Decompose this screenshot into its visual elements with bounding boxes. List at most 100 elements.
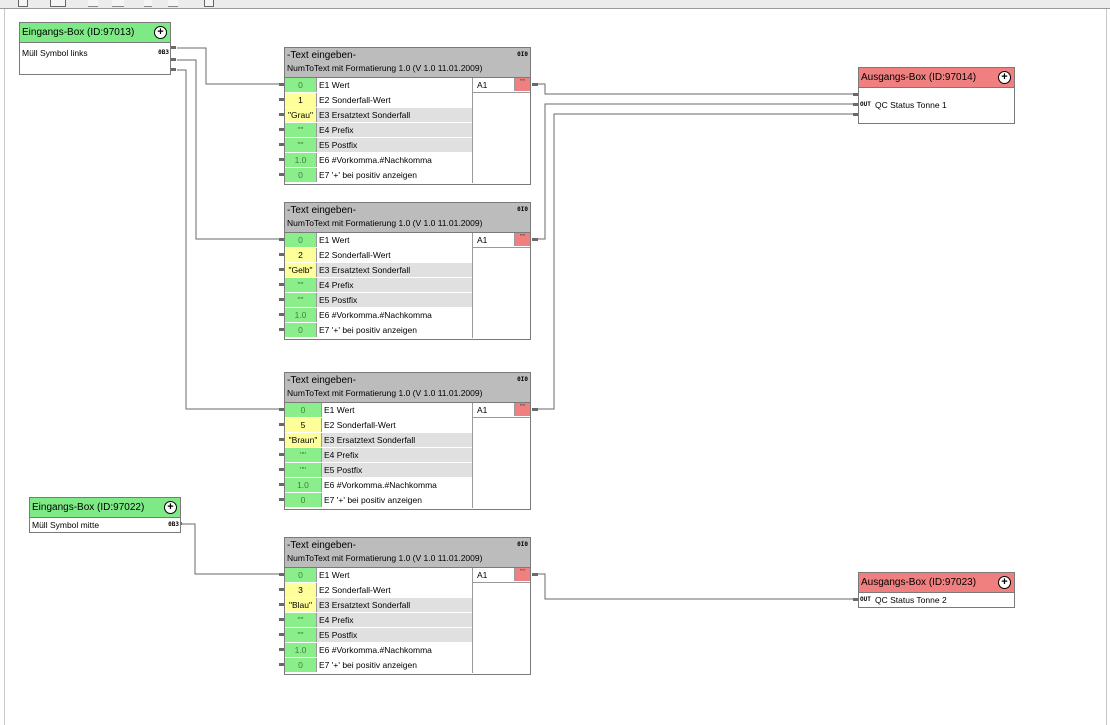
input-value[interactable]: 0 xyxy=(285,233,317,247)
logic-block-numtotext-3[interactable]: -Text eingeben- NumToText mit Formatieru… xyxy=(284,372,531,510)
input-name: E5 Postfix xyxy=(322,463,474,477)
block-output-column: A1 "" xyxy=(472,233,530,338)
input-value[interactable]: "" xyxy=(285,278,317,292)
block-info-icon[interactable]: 0I0 xyxy=(517,541,528,548)
expand-plus-icon[interactable]: + xyxy=(998,576,1011,589)
input-value[interactable]: 0 xyxy=(285,568,317,582)
input-value[interactable]: 2 xyxy=(285,248,317,262)
block-title: -Text eingeben- xyxy=(287,50,356,61)
input-name: E3 Ersatztext Sonderfall xyxy=(322,433,474,447)
output-box-header[interactable]: Ausgangs-Box (ID:97014) + xyxy=(859,68,1014,88)
wire-in1-block2 xyxy=(177,59,284,240)
input-value[interactable]: 3 xyxy=(285,583,317,597)
input-name: E6 #Vorkomma.#Nachkomma xyxy=(319,645,432,655)
logic-block-numtotext-1[interactable]: -Text eingeben- NumToText mit Formatieru… xyxy=(284,47,531,185)
input-value[interactable]: 0 xyxy=(285,323,317,337)
input-box-header[interactable]: Eingangs-Box (ID:97022) + xyxy=(30,498,180,518)
output-value[interactable]: "" xyxy=(514,403,530,416)
input-value[interactable]: "" xyxy=(285,628,317,642)
wire-in1-block1 xyxy=(177,47,284,85)
block-header[interactable]: -Text eingeben- NumToText mit Formatieru… xyxy=(285,48,530,78)
output-value[interactable]: "" xyxy=(514,568,530,581)
input-name: E6 #Vorkomma.#Nachkomma xyxy=(324,480,437,490)
input-name: E1 Wert xyxy=(319,235,350,245)
input-name: E4 Prefix xyxy=(317,613,474,627)
input-box-97013[interactable]: Eingangs-Box (ID:97013) + Müll Symbol li… xyxy=(19,22,171,75)
output-value[interactable]: "" xyxy=(514,233,530,246)
input-value[interactable]: "" xyxy=(285,138,317,152)
input-name: E3 Ersatztext Sonderfall xyxy=(317,598,474,612)
input-name: E2 Sonderfall-Wert xyxy=(319,250,391,260)
block-output-column: A1 "" xyxy=(472,568,530,673)
input-value[interactable]: "Blau" xyxy=(285,598,317,612)
logic-block-numtotext-4[interactable]: -Text eingeben- NumToText mit Formatieru… xyxy=(284,537,531,675)
output-box-header[interactable]: Ausgangs-Box (ID:97023) + xyxy=(859,573,1014,593)
output-value[interactable]: "" xyxy=(514,78,530,91)
input-value[interactable]: 0 xyxy=(285,78,317,92)
input-name: E5 Postfix xyxy=(317,628,474,642)
input-value[interactable]: 5 xyxy=(285,418,322,432)
input-name: E1 Wert xyxy=(319,570,350,580)
block-title: -Text eingeben- xyxy=(287,375,356,386)
divider xyxy=(473,582,530,583)
input-name: E7 '+' bei positiv anzeigen xyxy=(319,170,417,180)
output-type-tag: OUT xyxy=(860,596,871,603)
input-name: E2 Sonderfall-Wert xyxy=(319,95,391,105)
input-value[interactable]: 0 xyxy=(285,168,317,182)
input-box-97022[interactable]: Eingangs-Box (ID:97022) + Müll Symbol mi… xyxy=(29,497,181,533)
expand-plus-icon[interactable]: + xyxy=(998,71,1011,84)
input-name: E5 Postfix xyxy=(317,293,474,307)
block-info-icon[interactable]: 0I0 xyxy=(517,376,528,383)
logic-block-numtotext-2[interactable]: -Text eingeben- NumToText mit Formatieru… xyxy=(284,202,531,340)
output-type-tag: 0B3 xyxy=(158,49,169,56)
input-value[interactable]: 0 xyxy=(285,493,322,507)
input-value[interactable]: 1.0 xyxy=(285,153,317,167)
input-row[interactable]: Müll Symbol links 0B3 xyxy=(20,46,170,60)
input-value[interactable]: 1.0 xyxy=(285,308,317,322)
block-subtitle: NumToText mit Formatierung 1.0 (V 1.0 11… xyxy=(287,553,483,563)
input-value[interactable]: "Grau" xyxy=(285,108,317,122)
input-row[interactable]: Müll Symbol mitte 0B3 xyxy=(30,518,180,532)
input-name: E6 #Vorkomma.#Nachkomma xyxy=(319,155,432,165)
input-value[interactable]: "Gelb" xyxy=(285,263,317,277)
block-header[interactable]: -Text eingeben- NumToText mit Formatieru… xyxy=(285,203,530,233)
output-box-97023[interactable]: Ausgangs-Box (ID:97023) + OUT QC Status … xyxy=(858,572,1015,608)
input-name: E7 '+' bei positiv anzeigen xyxy=(319,325,417,335)
input-value[interactable]: 0 xyxy=(285,403,322,417)
output-row[interactable]: OUT QC Status Tonne 2 xyxy=(859,593,1014,607)
block-output-column: A1 "" xyxy=(472,78,530,183)
output-row[interactable]: OUT QC Status Tonne 1 xyxy=(859,98,1014,112)
input-value[interactable]: "" xyxy=(285,293,317,307)
input-box-header[interactable]: Eingangs-Box (ID:97013) + xyxy=(20,23,170,43)
block-title: -Text eingeben- xyxy=(287,540,356,551)
output-label: A1 xyxy=(477,80,488,90)
block-info-icon[interactable]: 0I0 xyxy=(517,51,528,58)
input-value[interactable]: 1 xyxy=(285,93,317,107)
expand-plus-icon[interactable]: + xyxy=(164,501,177,514)
block-header[interactable]: -Text eingeben- NumToText mit Formatieru… xyxy=(285,373,530,403)
input-value[interactable]: "" xyxy=(285,463,322,477)
wire-block3-out1 xyxy=(532,113,858,410)
input-value[interactable]: 1.0 xyxy=(285,478,322,492)
input-value[interactable]: "Braun" xyxy=(285,433,322,447)
output-label: A1 xyxy=(477,405,488,415)
wire-block2-out1 xyxy=(532,103,858,240)
input-value[interactable]: 1.0 xyxy=(285,643,317,657)
input-name: E4 Prefix xyxy=(317,123,474,137)
block-subtitle: NumToText mit Formatierung 1.0 (V 1.0 11… xyxy=(287,63,483,73)
block-info-icon[interactable]: 0I0 xyxy=(517,206,528,213)
input-value[interactable]: "" xyxy=(285,613,317,627)
input-box-title: Eingangs-Box (ID:97013) xyxy=(22,27,135,38)
input-value[interactable]: "" xyxy=(285,123,317,137)
input-label: Müll Symbol links xyxy=(22,48,88,58)
output-box-title: Ausgangs-Box (ID:97023) xyxy=(861,577,977,588)
output-box-97014[interactable]: Ausgangs-Box (ID:97014) + OUT QC Status … xyxy=(858,67,1015,124)
block-header[interactable]: -Text eingeben- NumToText mit Formatieru… xyxy=(285,538,530,568)
divider xyxy=(473,247,530,248)
input-name: E1 Wert xyxy=(319,80,350,90)
input-value[interactable]: 0 xyxy=(285,658,317,672)
block-subtitle: NumToText mit Formatierung 1.0 (V 1.0 11… xyxy=(287,218,483,228)
input-value[interactable]: "" xyxy=(285,448,322,462)
expand-plus-icon[interactable]: + xyxy=(154,26,167,39)
block-subtitle: NumToText mit Formatierung 1.0 (V 1.0 11… xyxy=(287,388,483,398)
